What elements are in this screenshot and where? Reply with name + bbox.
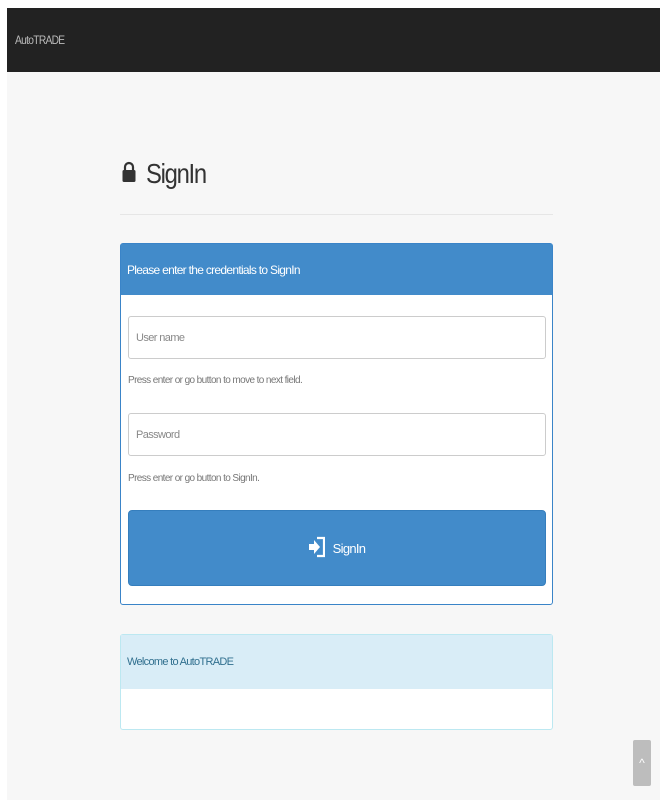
welcome-panel: Welcome to AutoTRADE: [120, 634, 553, 730]
page-header: SignIn: [122, 158, 216, 190]
lock-icon: [122, 161, 136, 188]
sign-in-icon: [308, 536, 325, 561]
brand-link[interactable]: AutoTRADE: [15, 33, 65, 47]
signin-panel: Please enter the credentials to SignIn P…: [120, 243, 553, 605]
signin-panel-heading: Please enter the credentials to SignIn: [121, 244, 552, 295]
signin-button[interactable]: SignIn: [128, 510, 546, 586]
username-input[interactable]: [128, 316, 546, 359]
username-help-text: Press enter or go button to move to next…: [128, 375, 303, 386]
top-navbar: AutoTRADE: [7, 8, 660, 72]
chevron-up-icon: ^: [639, 756, 645, 770]
header-divider: [120, 214, 553, 215]
password-help-text: Press enter or go button to SignIn.: [128, 473, 260, 484]
signin-button-label: SignIn: [332, 540, 366, 556]
scroll-to-top-button[interactable]: ^: [633, 740, 651, 786]
page-title: SignIn: [146, 158, 207, 189]
welcome-panel-heading: Welcome to AutoTRADE: [121, 635, 552, 689]
password-input[interactable]: [128, 413, 546, 456]
